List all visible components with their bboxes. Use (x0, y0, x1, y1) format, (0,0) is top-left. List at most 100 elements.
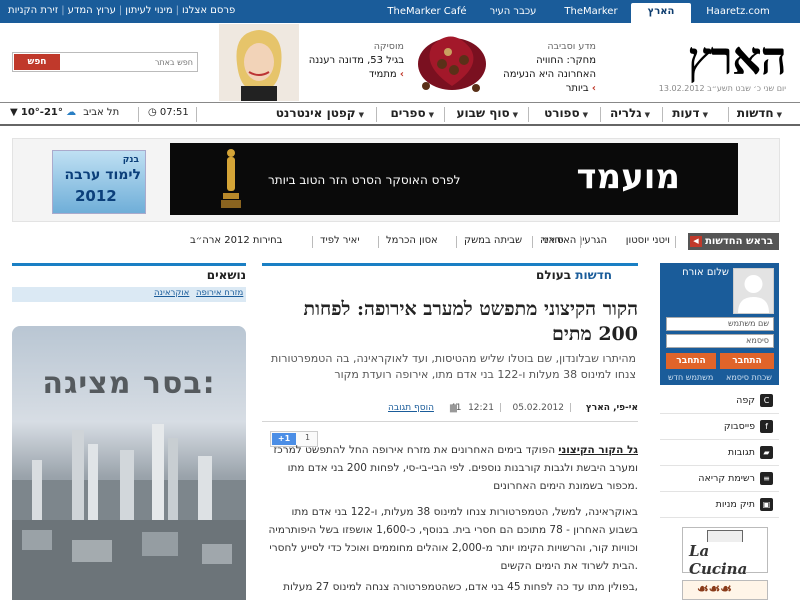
oscar-banner-ad[interactable]: מועמד לפרס האוסקר הסרט הזר הטוב ביותר (170, 143, 738, 215)
site-tab-haaretz[interactable]: הארץ (631, 3, 691, 23)
dateline: יום שני כ׳ שבט תשע״ב 13.02.2012 (658, 84, 786, 93)
password-field[interactable]: סיסמא (666, 334, 774, 348)
section-title: חדשות בעולם (536, 268, 612, 282)
section-world-link[interactable]: בעולם (536, 268, 571, 282)
sidebar-ad-2-logo-icon: ☙☙☙ (697, 582, 732, 597)
article-subhead: מהיתרו שבלונדון, שם בוטלו שליש מהטיסות, … (271, 352, 636, 381)
article-byline: אי-פי, הארץ | 05.02.2012 | 12:21 | 41 ▆ … (388, 403, 638, 413)
article-rule-top (262, 263, 638, 266)
chevron-left-icon: ‹ (591, 83, 596, 94)
chevron-down-icon: ▼ (10, 107, 18, 118)
nav-books[interactable]: ספרים ▼ (390, 106, 434, 120)
byline-divider (262, 421, 638, 422)
chocolate-box-image (418, 36, 486, 92)
nav-captain-internet[interactable]: קפטן אינטרנט ▼ (276, 106, 364, 120)
oscar-statue-icon (221, 149, 241, 208)
sidebar-item-reading-list[interactable]: ≡ רשימת קריאה (660, 466, 779, 492)
sidebar-ad-2[interactable]: ☙☙☙ (682, 580, 768, 600)
arava-ad-line2: לימוד ערבה (64, 167, 141, 183)
breaking-news-label: ◀ בראש החדשות (688, 233, 779, 250)
byline-date: 05.02.2012 (512, 403, 564, 413)
topics-tags: מזרח אירופה אוקראינה (12, 287, 246, 302)
promo-music[interactable]: מוסיקה בגיל 53, מדונה רעננה מתמיד ‹ (309, 40, 404, 82)
promo-science[interactable]: מדע וסביבה מחקר: החוויה האחרונה היא הנעי… (503, 40, 596, 96)
oscar-banner-subtitle: לפרס האוסקר הסרט הזר הטוב ביותר (268, 173, 461, 187)
link-subscription[interactable]: מינוי לעיתון (125, 5, 172, 16)
nav-gallery[interactable]: גלריה ▼ (610, 106, 650, 120)
breaking-item-whitney[interactable]: ויטני יוסטון (626, 235, 670, 246)
nav-sports[interactable]: ספורט ▼ (544, 106, 588, 120)
promo-science-line1: מחקר: החוויה (536, 55, 596, 66)
register-button[interactable]: התחבר (666, 353, 716, 369)
promo-science-category: מדע וסביבה (547, 41, 596, 52)
search-box: חפש (12, 52, 198, 72)
nav-weekend[interactable]: סוף שבוע ▼ (457, 106, 518, 120)
sidebar-item-facebook[interactable]: f פייסבוק (660, 414, 779, 440)
byline-time: 12:21 (468, 403, 494, 413)
sidebar-item-comments[interactable]: ▰ תגובות (660, 440, 779, 466)
promo-music-line1: בגיל 53, מדונה רעננה (308, 55, 404, 66)
top-bar: Haaretz.com הארץ TheMarker עכבר העיר The… (0, 0, 800, 23)
breaking-item-us-elections[interactable]: בחירות 2012 ארה״ב (190, 235, 282, 246)
comments-icon: ▰ (760, 446, 773, 459)
weather-temp: 10°-21° (20, 107, 63, 118)
login-button[interactable]: התחבר (720, 353, 774, 369)
city-exhibit-ad[interactable]: בסר מציגה: (12, 326, 246, 600)
site-tab-themarker-cafe[interactable]: TheMarker Café (382, 3, 472, 23)
article-paragraph-3: בפולין מתו עד כה לפחות 45 בני אדם, כשהטמ… (283, 581, 638, 593)
sidebar-item-cafe[interactable]: C קפה (660, 388, 779, 414)
topics-title: נושאים (206, 268, 246, 282)
forgot-password-link[interactable]: שכחת סיסמא (726, 373, 772, 382)
link-shopping[interactable]: זירת הקניות (8, 5, 58, 16)
oscar-banner-title: מועמד (576, 157, 680, 197)
topic-tag-eastern-europe[interactable]: מזרח אירופה (196, 288, 243, 298)
weather-widget[interactable]: ▼ 10°-21° ☁ תל אביב (10, 107, 119, 118)
breaking-item-lapid[interactable]: יאיר לפיד (320, 235, 360, 246)
link-advertise[interactable]: פרסם אצלנו (182, 5, 235, 16)
cloud-sun-icon: ☁ (66, 107, 77, 118)
topics-rule (12, 263, 246, 266)
username-field[interactable]: שם משתמש (666, 317, 774, 331)
arava-ad-line1: בנק (122, 155, 139, 165)
site-tab-haaretz-com[interactable]: Haaretz.com (703, 3, 773, 23)
nav-news[interactable]: חדשות ▼ (737, 106, 782, 120)
breaking-item-strike[interactable]: שביתה במשק (464, 235, 522, 246)
sidebar-item-portfolio[interactable]: ▣ תיק מניות (660, 492, 779, 518)
play-icon: ◀ (690, 236, 702, 247)
promo-music-more[interactable]: מתמיד (369, 69, 397, 80)
section-news-link[interactable]: חדשות (575, 268, 612, 282)
user-silhouette-icon (738, 275, 769, 313)
reading-list-icon: ≡ (760, 472, 773, 485)
breaking-item-syria[interactable]: סוריה (540, 235, 564, 246)
la-cucina-ad[interactable]: La Cucina (682, 527, 768, 578)
article-paragraph-2: באוקראינה, למשל, הטמפרטורות צנחו למינוס … (268, 506, 638, 572)
exhibit-title: בסר מציגה: (42, 366, 216, 401)
city-skyline-image (12, 424, 246, 600)
add-comment-link[interactable]: הוסף תגובה (388, 403, 434, 413)
madonna-photo (219, 24, 299, 101)
breaking-news-strip: ◀ בראש החדשות ויטני יוסטון הגרעין האיראנ… (0, 233, 800, 251)
weather-city: תל אביב (83, 107, 120, 118)
main-nav: חדשות ▼ דעות ▼ גלריה ▼ ספורט ▼ סוף שבוע ▼ ספר… (0, 102, 800, 126)
paragraph-1-lead-link[interactable]: גל הקור הקיצוני (558, 444, 638, 456)
user-avatar (733, 268, 774, 314)
article-paragraph-1: גל הקור הקיצוני הפוקד בימים האחרונים את … (262, 441, 638, 495)
search-button[interactable]: חפש (14, 54, 60, 70)
site-logo[interactable]: הארץ (638, 30, 787, 86)
top-links: פרסם אצלנו|מינוי לעיתון|ערוץ המדע|זירת ה… (8, 5, 236, 16)
promo-science-more[interactable]: ביותר (566, 83, 589, 94)
arava-banner-ad[interactable]: בנק לימוד ערבה 2012 (52, 150, 146, 214)
article-headline: הקור הקיצוני מתפשט למערב אירופה: לפחות 2… (303, 298, 639, 345)
house-icon (707, 530, 743, 542)
site-tab-themarker[interactable]: TheMarker (556, 3, 626, 23)
link-science[interactable]: ערוץ המדע (68, 5, 116, 16)
topic-tag-ukraine[interactable]: אוקראינה (154, 288, 189, 298)
speech-bubble-icon: ▆ (450, 403, 457, 413)
site-tab-akbar-hair[interactable]: עכבר העיר (478, 3, 548, 23)
search-input[interactable] (73, 55, 193, 69)
facebook-icon: f (760, 420, 773, 433)
clock-icon: ◷ (148, 107, 157, 118)
nav-opinions[interactable]: דעות ▼ (672, 106, 708, 120)
breaking-item-carmel[interactable]: אסון הכרמל (386, 235, 438, 246)
new-user-link[interactable]: משתמש חדש (668, 373, 713, 382)
